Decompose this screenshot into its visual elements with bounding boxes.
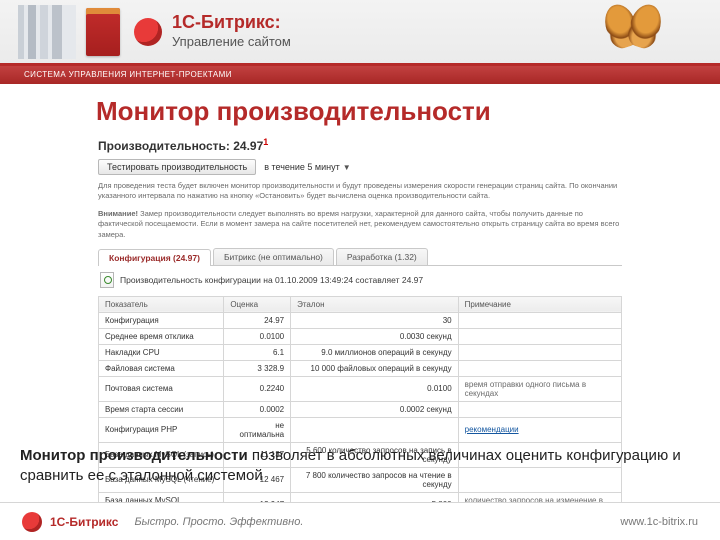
tab-1[interactable]: Битрикс (не оптимально)	[213, 248, 334, 265]
table-header-cell: Эталон	[291, 296, 459, 312]
metric-name: Конфигурация PHP	[99, 417, 224, 442]
metric-ref: 10 000 файловых операций в секунду	[291, 360, 459, 376]
metric-ref: 0.0002 секунд	[291, 401, 459, 417]
metric-value: не оптимальна	[224, 417, 291, 442]
metric-note[interactable]: рекомендации	[458, 417, 621, 442]
footer-slogan: Быстро. Просто. Эффективно.	[134, 516, 303, 528]
metric-value: 0.0100	[224, 328, 291, 344]
metric-name: Файловая система	[99, 360, 224, 376]
tabs-row: Конфигурация (24.97)Битрикс (не оптималь…	[98, 248, 622, 266]
footer-logo-icon	[22, 512, 42, 532]
product-box-graphic	[86, 8, 120, 56]
table-header-cell: Примечание	[458, 296, 621, 312]
tab-2[interactable]: Разработка (1.32)	[336, 248, 428, 265]
metric-ref	[291, 417, 459, 442]
metric-note: время отправки одного письма в секундах	[458, 376, 621, 401]
metric-ref: 30	[291, 312, 459, 328]
metric-value: 0.0002	[224, 401, 291, 417]
caption-bold: Монитор производительности	[20, 447, 248, 464]
description-2: Внимание! Замер производительности следу…	[98, 209, 622, 239]
metric-name: Конфигурация	[99, 312, 224, 328]
sheet-icon	[100, 272, 114, 288]
warning-text: Замер производительности следует выполня…	[98, 209, 619, 238]
table-header-cell: Оценка	[224, 296, 291, 312]
footer-brand: 1С-Битрикс	[50, 515, 118, 529]
cityscape-graphic	[18, 5, 76, 59]
metric-value: 0.2240	[224, 376, 291, 401]
table-row: Конфигурация PHPне оптимальна рекомендаци…	[99, 417, 622, 442]
metric-ref: 0.0100	[291, 376, 459, 401]
metric-name: Почтовая система	[99, 376, 224, 401]
metric-note	[458, 360, 621, 376]
table-header-row: ПоказательОценкаЭталонПримечание	[99, 296, 622, 312]
heading-value: 24.97	[233, 139, 263, 153]
metric-value: 24.97	[224, 312, 291, 328]
header-band: 1С-Битрикс: Управление сайтом	[0, 0, 720, 66]
metric-value: 6.1	[224, 344, 291, 360]
heading-label: Производительность:	[98, 139, 230, 153]
metric-note	[458, 328, 621, 344]
interval-select[interactable]: в течение 5 минут ▼	[264, 162, 350, 172]
header-subband: СИСТЕМА УПРАВЛЕНИЯ ИНТЕРНЕТ-ПРОЕКТАМИ	[0, 66, 720, 84]
config-summary-text: Производительность конфигурации на 01.10…	[120, 275, 423, 285]
table-row: Почтовая система0.22400.0100время отправ…	[99, 376, 622, 401]
table-header-cell: Показатель	[99, 296, 224, 312]
heading-footnote: 1	[263, 137, 268, 147]
butterfly-icon	[606, 4, 660, 53]
brand-block: 1С-Битрикс: Управление сайтом	[134, 13, 291, 51]
warning-prefix: Внимание!	[98, 209, 140, 218]
table-row: Накладки CPU6.19.0 миллионов операций в …	[99, 344, 622, 360]
metric-name: Накладки CPU	[99, 344, 224, 360]
chevron-down-icon: ▼	[343, 163, 351, 172]
footer-site: www.1c-bitrix.ru	[620, 516, 698, 528]
slide-caption: Монитор производительности позволяет в а…	[20, 446, 700, 487]
footer: 1С-Битрикс Быстро. Просто. Эффективно. w…	[0, 502, 720, 540]
config-summary-line: Производительность конфигурации на 01.10…	[98, 266, 622, 296]
description-1: Для проведения теста будет включен монит…	[98, 181, 622, 201]
metric-ref: 9.0 миллионов операций в секунду	[291, 344, 459, 360]
test-performance-button[interactable]: Тестировать производительность	[98, 159, 256, 175]
interval-label: в течение 5 минут	[264, 162, 340, 172]
brand-title: 1С-Битрикс:	[172, 12, 281, 32]
table-row: Конфигурация24.9730	[99, 312, 622, 328]
panel-heading: Производительность: 24.971	[98, 137, 622, 153]
brand-subtitle: Управление сайтом	[172, 33, 291, 51]
bitrix-logo-icon	[134, 18, 162, 46]
metric-name: Среднее время отклика	[99, 328, 224, 344]
table-row: Среднее время отклика0.01000.0030 секунд	[99, 328, 622, 344]
page-title: Монитор производительности	[0, 84, 720, 137]
metric-ref: 0.0030 секунд	[291, 328, 459, 344]
metric-note	[458, 344, 621, 360]
table-row: Файловая система3 328.910 000 файловых о…	[99, 360, 622, 376]
metric-note	[458, 312, 621, 328]
metric-name: Время старта сессии	[99, 401, 224, 417]
metric-note	[458, 401, 621, 417]
tab-0[interactable]: Конфигурация (24.97)	[98, 249, 211, 266]
table-row: Время старта сессии0.00020.0002 секунд	[99, 401, 622, 417]
metric-value: 3 328.9	[224, 360, 291, 376]
